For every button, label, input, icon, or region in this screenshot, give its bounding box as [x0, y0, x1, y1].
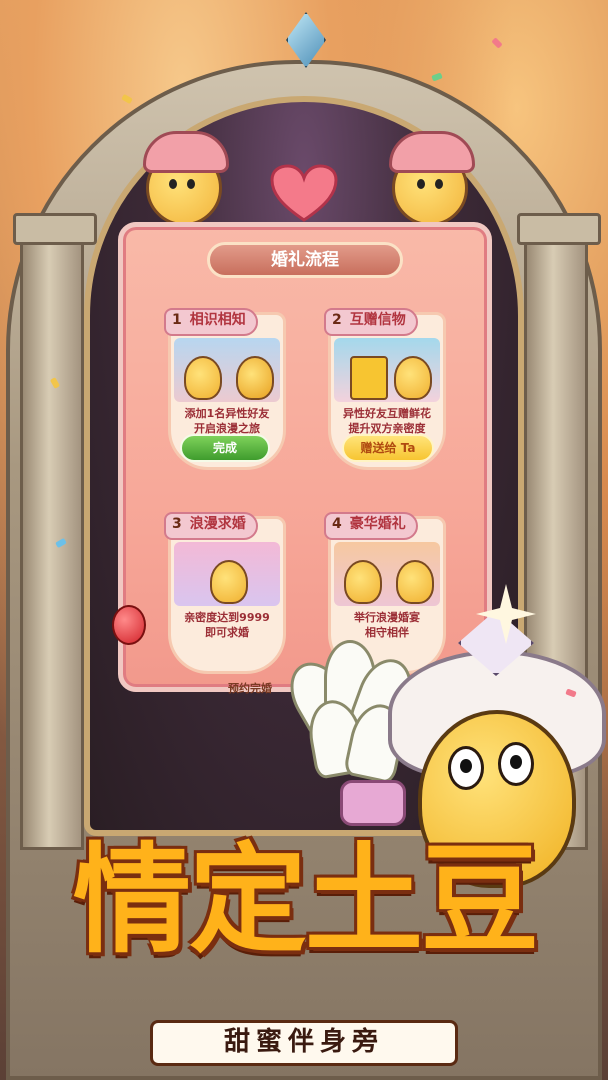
- step-1-illustration: [174, 338, 280, 402]
- left-pillar: [13, 213, 97, 850]
- complete-button[interactable]: 完成: [180, 434, 270, 462]
- reserve-wedding-text: 预约完婚: [228, 682, 272, 695]
- step-4-illustration: [334, 542, 440, 606]
- balloon-icon: [112, 605, 146, 645]
- step-title: 3 浪漫求婚: [164, 512, 258, 540]
- step-title: 1 相识相知: [164, 308, 258, 336]
- step-description: 举行浪漫婚宴 相守相伴: [354, 611, 420, 639]
- step-title: 2 互赠信物: [324, 308, 418, 336]
- step-card-3: 3 浪漫求婚 亲密度达到9999 即可求婚: [164, 512, 286, 674]
- cupid-right-icon: [389, 131, 475, 226]
- step-2-illustration: [334, 338, 440, 402]
- step-description: 添加1名异性好友 开启浪漫之旅: [184, 407, 270, 435]
- step-description: 异性好友互赠鲜花 提升双方亲密度: [343, 407, 431, 435]
- panel-heart-crest: [200, 160, 408, 230]
- step-3-illustration: [174, 542, 280, 606]
- cupid-left-icon: [143, 131, 229, 226]
- heart-icon: [270, 164, 338, 222]
- step-title: 4 豪华婚礼: [324, 512, 418, 540]
- game-subtitle: 甜蜜伴身旁: [150, 1020, 458, 1066]
- game-title: 情定土豆: [72, 831, 539, 969]
- gift-to-ta-button[interactable]: 赠送给 Ta: [342, 434, 434, 462]
- panel-title: 婚礼流程: [207, 242, 403, 278]
- step-description: 亲密度达到9999 即可求婚: [184, 611, 270, 639]
